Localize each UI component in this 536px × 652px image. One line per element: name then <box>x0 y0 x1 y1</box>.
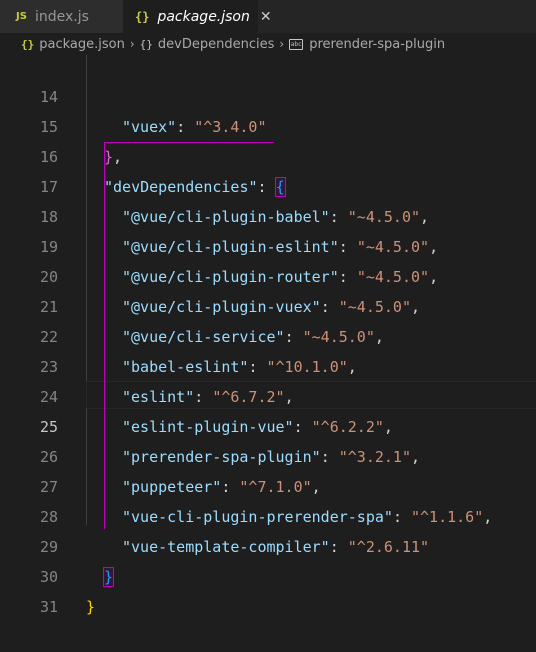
code-line: 28 "vue-template-compiler": "^2.6.11" <box>0 472 536 556</box>
code-line: 29 } <box>0 502 536 587</box>
code-editor[interactable]: 14 "vuex": "^3.4.0" 15 }, 16 "devDepende… <box>0 52 536 616</box>
code-line: 16 "devDependencies": { <box>0 112 536 197</box>
code-line: 24 "eslint-plugin-vue": "^6.2.2", <box>0 352 536 436</box>
code-line: 19 "@vue/cli-plugin-router": "~4.5.0", <box>0 202 536 286</box>
code-line-active: 25 "prerender-spa-plugin": "^3.2.1", <box>0 382 536 466</box>
code-line: 22 "babel-eslint": "^10.1.0", <box>0 292 536 376</box>
json-file-icon: {} <box>21 37 35 51</box>
code-line: 21 "@vue/cli-service": "~4.5.0", <box>0 262 536 346</box>
code-line: 27 "vue-cli-plugin-prerender-spa": "^1.1… <box>0 442 536 526</box>
code-line: 26 "puppeteer": "^7.1.0", <box>0 412 536 496</box>
code-line: 30 } <box>0 532 536 616</box>
closing-brace: } <box>86 598 96 616</box>
code-line: 23 "eslint": "^6.7.2", <box>0 322 536 406</box>
code-line: 17 "@vue/cli-plugin-babel": "~4.5.0", <box>0 142 536 226</box>
object-icon: {} <box>139 37 153 51</box>
tab-package-json[interactable]: {} package.json ✕ <box>123 0 272 33</box>
breadcrumb-item-package-json[interactable]: package.json <box>39 37 125 52</box>
tab-bar: JS index.js {} package.json ✕ <box>0 0 536 33</box>
breadcrumb-item-prerender-spa-plugin[interactable]: prerender-spa-plugin <box>309 37 445 52</box>
breadcrumb-item-devdependencies[interactable]: devDependencies <box>158 37 274 52</box>
chevron-right-icon: › <box>129 37 135 51</box>
json-file-icon: {} <box>135 9 150 24</box>
close-icon[interactable]: ✕ <box>260 9 272 25</box>
tab-label: index.js <box>34 8 89 25</box>
tab-index-js[interactable]: JS index.js <box>0 0 123 33</box>
chevron-right-icon: › <box>279 37 285 51</box>
string-icon: abc <box>289 38 304 50</box>
code-line: 15 }, <box>0 82 536 166</box>
code-line: 18 "@vue/cli-plugin-eslint": "~4.5.0", <box>0 172 536 256</box>
code-line: 20 "@vue/cli-plugin-vuex": "~4.5.0", <box>0 232 536 316</box>
line-number: 31 <box>39 598 58 616</box>
code-line: 14 "vuex": "^3.4.0" <box>0 52 536 136</box>
javascript-file-icon: JS <box>16 11 27 22</box>
tab-label: package.json <box>157 8 250 25</box>
